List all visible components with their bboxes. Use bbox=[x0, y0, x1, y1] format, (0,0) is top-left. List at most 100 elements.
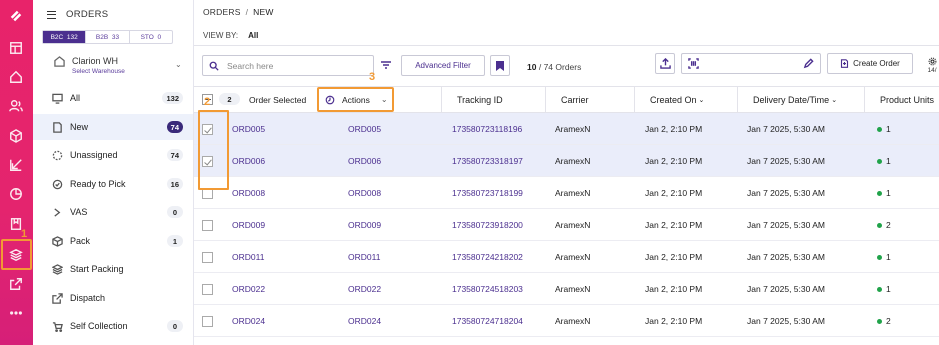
row-checkbox[interactable] bbox=[202, 220, 213, 231]
table-row[interactable]: ORD008 ORD008 173580723718199 AramexN Jan 2,… bbox=[194, 177, 939, 209]
carrier-cell: AramexN bbox=[555, 252, 591, 262]
dashed-circle-icon bbox=[52, 150, 63, 160]
sidebar-item-all[interactable]: All 132 bbox=[33, 85, 193, 111]
sidebar-item-label: VAS bbox=[70, 207, 88, 217]
tracking-id-link[interactable]: 173580724518203 bbox=[452, 273, 523, 305]
tracking-id-link[interactable]: 173580723318197 bbox=[452, 145, 523, 177]
sidebar-item-count: 132 bbox=[162, 92, 183, 104]
filter-icon[interactable] bbox=[380, 59, 392, 71]
sidebar-item-unassigned[interactable]: Unassigned 74 bbox=[33, 142, 193, 168]
table-row[interactable]: ORD006 ORD006 173580723318197 AramexN Jan 2,… bbox=[194, 145, 939, 177]
sidebar-item-label: All bbox=[70, 93, 81, 103]
more-icon[interactable] bbox=[8, 305, 24, 321]
sidebar-item-self-collection[interactable]: Self Collection 0 bbox=[33, 313, 193, 339]
segment-b2b[interactable]: B2B 33 bbox=[86, 31, 130, 43]
column-settings[interactable]: 14/ bbox=[925, 57, 939, 74]
home-icon[interactable] bbox=[8, 69, 24, 85]
created-on-cell: Jan 2, 2:10 PM bbox=[645, 220, 703, 230]
order-ref-link[interactable]: ORD006 bbox=[348, 145, 381, 177]
actions-dropdown[interactable]: Actions ⌄ bbox=[317, 87, 394, 112]
segment-sto[interactable]: STO 0 bbox=[130, 31, 172, 43]
table-row[interactable]: ORD022 ORD022 173580724518203 AramexN Jan 2,… bbox=[194, 273, 939, 305]
sidebar-item-start-packing[interactable]: Start Packing bbox=[33, 256, 193, 282]
order-ref-link[interactable]: ORD022 bbox=[348, 273, 381, 305]
order-ref-link[interactable]: ORD011 bbox=[348, 241, 380, 273]
search-box[interactable] bbox=[202, 55, 374, 76]
bookmark-button[interactable] bbox=[490, 55, 510, 76]
table-row[interactable]: ORD009 ORD009 173580723918200 AramexN Jan 2,… bbox=[194, 209, 939, 241]
order-id-link[interactable]: ORD011 bbox=[232, 241, 264, 273]
marker-1: 1 bbox=[21, 228, 28, 240]
sidebar-item-vas[interactable]: VAS 0 bbox=[33, 199, 193, 225]
dashboard-icon[interactable] bbox=[8, 40, 24, 56]
layers-icon[interactable] bbox=[8, 247, 24, 263]
order-id-link[interactable]: ORD009 bbox=[232, 209, 265, 241]
delivery-date-cell: Jan 7 2025, 5:30 AM bbox=[747, 188, 825, 198]
product-units-cell: 2 bbox=[877, 209, 891, 241]
sidebar-header: ORDERS bbox=[47, 9, 108, 20]
sidebar-item-ready-to-pick[interactable]: Ready to Pick 16 bbox=[33, 171, 193, 197]
order-ref-link[interactable]: ORD024 bbox=[348, 305, 381, 337]
order-id-link[interactable]: ORD022 bbox=[232, 273, 265, 305]
edit-icon bbox=[803, 58, 814, 69]
order-id-link[interactable]: ORD008 bbox=[232, 177, 265, 209]
warehouse-name: Clarion WH bbox=[72, 56, 119, 66]
column-tracking-id[interactable]: Tracking ID bbox=[441, 87, 545, 112]
upload-button[interactable] bbox=[655, 53, 675, 74]
order-ref-link[interactable]: ORD005 bbox=[348, 113, 381, 145]
carrier-cell: AramexN bbox=[555, 188, 591, 198]
breadcrumb-separator: / bbox=[245, 7, 249, 17]
column-created-on[interactable]: Created On ⌄ bbox=[634, 87, 737, 112]
barcode-scan-field[interactable] bbox=[681, 53, 821, 74]
return-icon[interactable] bbox=[8, 157, 24, 173]
order-ref-link[interactable]: ORD008 bbox=[348, 177, 381, 209]
column-product-units[interactable]: Product Units bbox=[864, 87, 939, 112]
row-checkbox[interactable] bbox=[202, 252, 213, 263]
status-dot bbox=[877, 286, 882, 292]
view-by-all-tab[interactable]: All bbox=[248, 31, 258, 40]
tracking-id-link[interactable]: 173580723718199 bbox=[452, 177, 523, 209]
status-dot bbox=[877, 222, 882, 228]
create-order-button[interactable]: Create Order bbox=[827, 53, 913, 74]
monitor-icon bbox=[52, 93, 63, 104]
units-value: 2 bbox=[886, 220, 891, 230]
tracking-id-link[interactable]: 173580723118196 bbox=[452, 113, 522, 145]
barcode-icon bbox=[688, 58, 699, 69]
status-dot bbox=[877, 126, 882, 132]
row-checkbox[interactable] bbox=[202, 284, 213, 295]
tracking-id-link[interactable]: 173580723918200 bbox=[452, 209, 523, 241]
pie-chart-icon[interactable] bbox=[8, 186, 24, 202]
cube-icon[interactable] bbox=[8, 128, 24, 144]
menu-icon[interactable] bbox=[47, 10, 56, 19]
tracking-id-link[interactable]: 173580724218202 bbox=[452, 241, 523, 273]
product-units-cell: 1 bbox=[877, 177, 891, 209]
table-row[interactable]: ORD011 ORD011 173580724218202 AramexN Jan 2,… bbox=[194, 241, 939, 273]
upload-icon bbox=[659, 58, 671, 69]
selected-label: Order Selected bbox=[249, 95, 307, 105]
segment-b2c[interactable]: B2C 132 bbox=[43, 31, 87, 43]
order-ref-link[interactable]: ORD009 bbox=[348, 209, 381, 241]
users-icon[interactable] bbox=[8, 98, 24, 114]
sidebar-item-pack[interactable]: Pack 1 bbox=[33, 228, 193, 254]
select-warehouse-link[interactable]: Select Warehouse bbox=[72, 68, 125, 75]
sidebar-item-dispatch[interactable]: Dispatch bbox=[33, 285, 193, 311]
table-row[interactable]: ORD024 ORD024 173580724718204 AramexN Jan 2,… bbox=[194, 305, 939, 337]
table-row[interactable]: ORD005 ORD005 173580723118196 AramexN Jan 2,… bbox=[194, 113, 939, 145]
external-link-icon[interactable] bbox=[8, 276, 24, 292]
advanced-filter-button[interactable]: Advanced Filter bbox=[401, 55, 485, 76]
column-delivery-date[interactable]: Delivery Date/Time ⌄ bbox=[737, 87, 864, 112]
row-checkbox[interactable] bbox=[202, 316, 213, 327]
breadcrumb-root[interactable]: ORDERS bbox=[203, 7, 241, 17]
sidebar-item-new[interactable]: New 74 bbox=[33, 114, 193, 140]
search-input[interactable] bbox=[227, 60, 367, 71]
order-id-link[interactable]: ORD024 bbox=[232, 305, 265, 337]
order-id-link[interactable]: ORD005 bbox=[232, 113, 265, 145]
order-id-link[interactable]: ORD006 bbox=[232, 145, 265, 177]
units-value: 1 bbox=[886, 124, 891, 134]
created-on-cell: Jan 2, 2:10 PM bbox=[645, 284, 703, 294]
column-carrier[interactable]: Carrier bbox=[545, 87, 634, 112]
order-count-total: / 74 Orders bbox=[538, 62, 582, 72]
tracking-id-link[interactable]: 173580724718204 bbox=[452, 305, 523, 337]
app-logo-icon[interactable] bbox=[8, 8, 24, 24]
stack-icon bbox=[52, 263, 63, 275]
